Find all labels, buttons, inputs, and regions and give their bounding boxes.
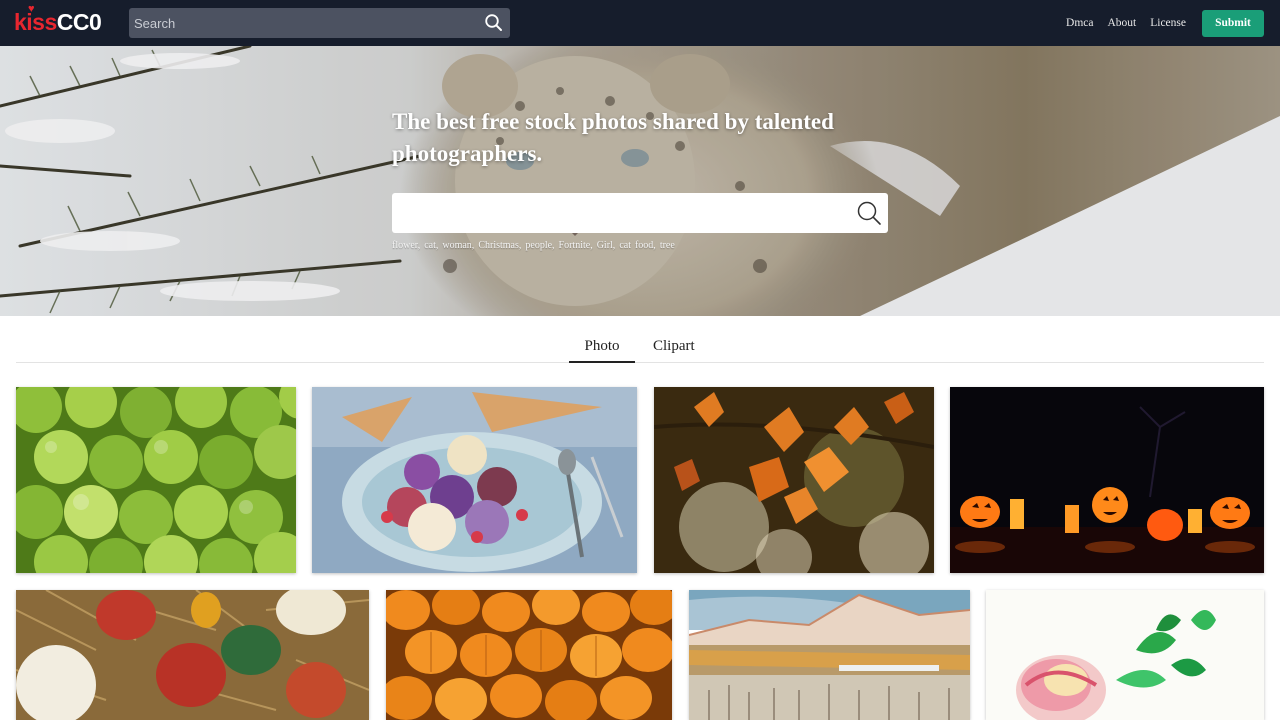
gallery-image-brussels-sprouts[interactable] — [16, 387, 296, 573]
gallery-image-halloween-pumpkins[interactable] — [950, 387, 1264, 573]
top-navbar: kiss ♥ CC0 Dmca About License Submit — [0, 0, 1280, 46]
hero-banner: The best free stock photos shared by tal… — [0, 46, 1280, 316]
gallery-image-autumn-leaves[interactable] — [654, 387, 934, 573]
tag-link[interactable]: cat, — [424, 240, 438, 251]
header-search-bar — [129, 8, 510, 38]
hero-search-input[interactable] — [392, 193, 832, 233]
submit-button[interactable]: Submit — [1202, 9, 1264, 37]
tag-link[interactable]: Girl, — [597, 240, 616, 251]
tab-clipart[interactable]: Clipart — [653, 338, 695, 355]
hero-snow-leopard-image — [0, 46, 1280, 316]
gallery-image-gourds-straw[interactable] — [16, 590, 369, 720]
tag-link[interactable]: food, — [635, 240, 656, 251]
search-icon[interactable] — [484, 13, 504, 33]
tag-link[interactable]: people, — [525, 240, 554, 251]
tag-link[interactable]: cat — [619, 240, 631, 251]
tab-photo[interactable]: Photo — [569, 338, 635, 363]
tag-link[interactable]: Christmas, — [478, 240, 521, 251]
nav-link-license[interactable]: License — [1150, 17, 1186, 29]
hero-title: The best free stock photos shared by tal… — [392, 109, 834, 166]
tag-link[interactable]: Fortnite, — [559, 240, 593, 251]
header-search-input[interactable] — [129, 8, 469, 38]
gallery-image-watercolor-rose[interactable] — [986, 590, 1264, 720]
logo-kiss-text: kiss — [14, 9, 57, 35]
gallery-image-orange-pumpkins[interactable] — [386, 590, 672, 720]
header-nav: Dmca About License Submit — [1066, 0, 1280, 46]
search-icon[interactable] — [856, 200, 882, 226]
tag-link[interactable]: flower, — [392, 240, 420, 251]
heart-icon: ♥ — [28, 3, 35, 15]
hero-popular-tags: flower, cat, woman, Christmas, people, F… — [392, 240, 675, 251]
tag-link[interactable]: woman, — [442, 240, 474, 251]
nav-link-about[interactable]: About — [1107, 17, 1136, 29]
nav-link-dmca[interactable]: Dmca — [1066, 17, 1093, 29]
gallery-image-ice-cream-bowl[interactable] — [312, 387, 637, 573]
hero-search-box — [392, 193, 888, 233]
site-logo[interactable]: kiss ♥ CC0 — [14, 3, 102, 37]
logo-cc0-text: CC0 — [56, 9, 102, 35]
category-tabs: Photo Clipart — [16, 330, 1264, 363]
tag-link[interactable]: tree — [660, 240, 675, 251]
gallery-image-mountain-landscape[interactable] — [689, 590, 970, 720]
